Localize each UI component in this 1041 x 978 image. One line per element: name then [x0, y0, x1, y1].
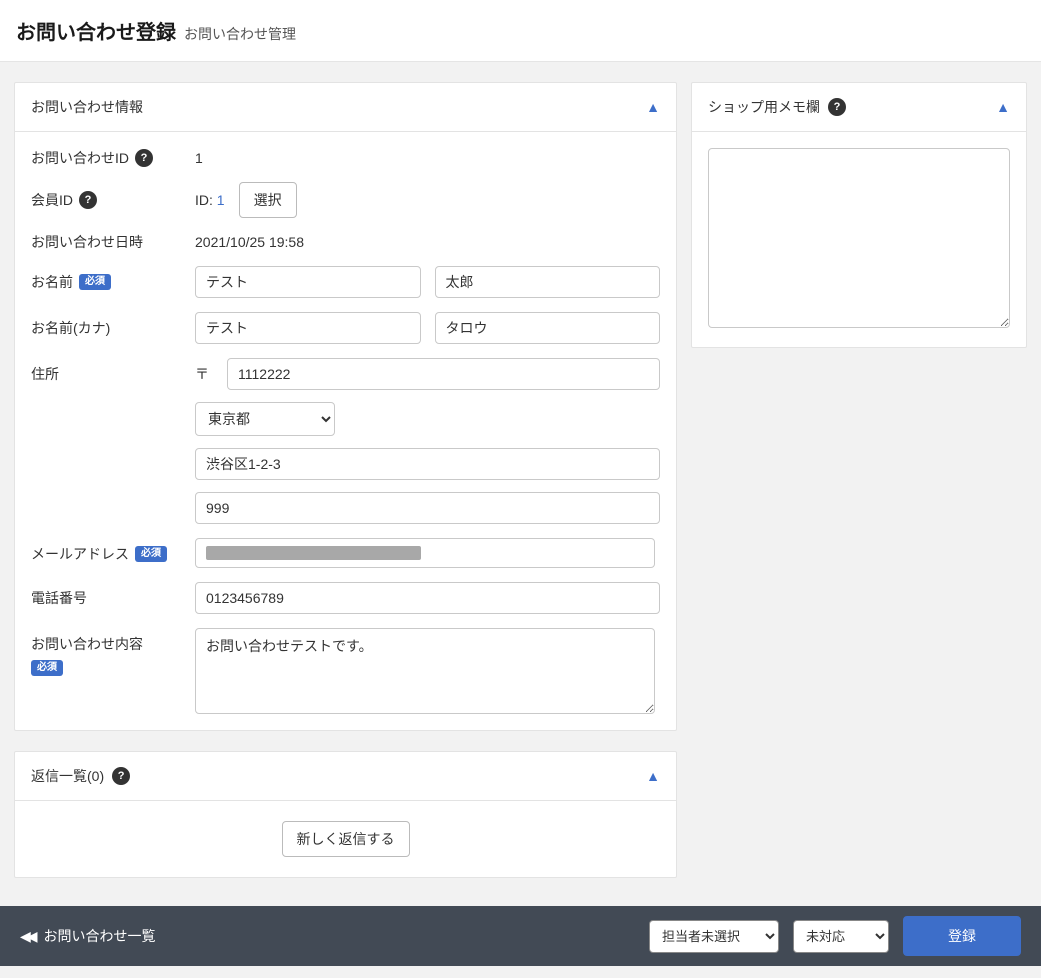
double-chevron-left-icon: ◀◀ [20, 928, 34, 945]
first-kana-input[interactable] [435, 312, 661, 344]
customer-id-link[interactable]: 1 [217, 192, 225, 208]
required-badge: 必須 [31, 660, 63, 676]
help-icon[interactable]: ? [112, 767, 130, 785]
inquiry-card-header[interactable]: お問い合わせ情報 ▲ [15, 83, 676, 132]
chevron-up-icon[interactable]: ▲ [646, 768, 660, 784]
reply-card-header[interactable]: 返信一覧(0) ? ▲ [15, 752, 676, 801]
label-content: お問い合わせ内容 [31, 634, 143, 654]
email-input[interactable] [195, 538, 655, 568]
help-icon[interactable]: ? [828, 98, 846, 116]
content-textarea[interactable]: お問い合わせテストです。 [195, 628, 655, 714]
label-datetime: お問い合わせ日時 [31, 232, 143, 252]
help-icon[interactable]: ? [79, 191, 97, 209]
back-label: お問い合わせ一覧 [44, 926, 156, 946]
select-customer-button[interactable]: 選択 [239, 182, 297, 218]
label-address: 住所 [31, 364, 59, 384]
inquiry-card-title: お問い合わせ情報 [31, 97, 143, 117]
email-masked-value [206, 546, 421, 560]
address1-input[interactable] [195, 448, 660, 480]
page-header: お問い合わせ登録 お問い合わせ管理 [0, 0, 1041, 62]
datetime-value: 2021/10/25 19:58 [195, 234, 660, 250]
page-title: お問い合わせ登録 [16, 16, 176, 45]
inquiry-id-value: 1 [195, 150, 660, 166]
shop-memo-textarea[interactable] [708, 148, 1010, 328]
required-badge: 必須 [79, 274, 111, 290]
prefecture-select[interactable]: 東京都 [195, 402, 335, 436]
last-kana-input[interactable] [195, 312, 421, 344]
memo-card-header[interactable]: ショップ用メモ欄 ? ▲ [692, 83, 1026, 132]
help-icon[interactable]: ? [135, 149, 153, 167]
footer-bar: ◀◀ お問い合わせ一覧 担当者未選択 未対応 登録 [0, 906, 1041, 966]
back-to-list-link[interactable]: ◀◀ お問い合わせ一覧 [20, 926, 156, 946]
label-name: お名前 [31, 272, 73, 292]
memo-card-title: ショップ用メモ欄 [708, 97, 820, 117]
inquiry-info-card: お問い合わせ情報 ▲ お問い合わせID ? 1 会員ID [14, 82, 677, 731]
label-inquiry-id: お問い合わせID [31, 148, 129, 168]
customer-id-prefix: ID: 1 [195, 192, 225, 208]
breadcrumb: お問い合わせ管理 [184, 24, 296, 44]
reply-list-card: 返信一覧(0) ? ▲ 新しく返信する [14, 751, 677, 878]
reply-card-title: 返信一覧(0) [31, 766, 104, 786]
last-name-input[interactable] [195, 266, 421, 298]
new-reply-button[interactable]: 新しく返信する [282, 821, 410, 857]
address2-input[interactable] [195, 492, 660, 524]
label-kana: お名前(カナ) [31, 318, 110, 338]
chevron-up-icon[interactable]: ▲ [646, 99, 660, 115]
required-badge: 必須 [135, 546, 167, 562]
label-customer-id: 会員ID [31, 190, 73, 210]
label-phone: 電話番号 [31, 588, 87, 608]
phone-input[interactable] [195, 582, 660, 614]
shop-memo-card: ショップ用メモ欄 ? ▲ [691, 82, 1027, 348]
first-name-input[interactable] [435, 266, 661, 298]
zip-prefix: 〒 [195, 364, 209, 384]
zip-input[interactable] [227, 358, 660, 390]
status-select[interactable]: 未対応 [793, 920, 889, 953]
label-email: メールアドレス [31, 544, 129, 564]
assignee-select[interactable]: 担当者未選択 [649, 920, 779, 953]
submit-button[interactable]: 登録 [903, 916, 1021, 956]
chevron-up-icon[interactable]: ▲ [996, 99, 1010, 115]
